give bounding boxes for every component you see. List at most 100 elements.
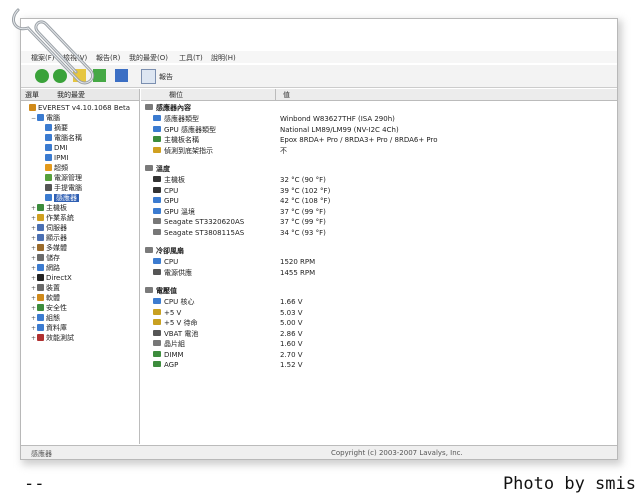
sensor-row[interactable]: CPU 核心 1.66 V [141, 297, 611, 307]
menu-help[interactable]: 說明(H) [211, 53, 236, 63]
sensor-value: 37 °C (99 °F) [280, 207, 326, 216]
section-icon [145, 247, 153, 253]
sensor-row[interactable]: 感應器類型 Winbond W83627THF (ISA 290h) [141, 114, 611, 124]
tree-node-icon [45, 164, 52, 171]
menu-report[interactable]: 報告(R) [96, 53, 120, 63]
tree-node-icon [37, 334, 44, 341]
sensor-field-label: +5 V 待命 [164, 319, 198, 327]
status-copyright: Copyright (c) 2003-2007 Lavalys, Inc. [331, 449, 463, 457]
paperclip-icon [12, 8, 95, 85]
sensor-row[interactable]: 電源供應 1455 RPM [141, 268, 611, 278]
menu-favorites[interactable]: 我的最愛(O) [129, 53, 168, 63]
status-bar: 感應器 Copyright (c) 2003-2007 Lavalys, Inc… [21, 445, 617, 459]
sensor-row[interactable]: +5 V 待命 5.00 V [141, 318, 611, 328]
sensor-field: 電源供應 [153, 268, 192, 278]
tree-item[interactable]: 超頻 [39, 163, 68, 173]
column-field[interactable]: 欄位 [169, 90, 183, 100]
section-icon [145, 104, 153, 110]
tree-node-icon [37, 254, 44, 261]
sensor-icon [153, 340, 161, 346]
tree-item-label: 伺服器 [46, 224, 67, 232]
tree-item[interactable]: + 網路 [31, 263, 60, 273]
sensor-value: 39 °C (102 °F) [280, 186, 331, 195]
sensor-row[interactable]: GPU 溫境 37 °C (99 °F) [141, 207, 611, 217]
report-button-label[interactable]: 報告 [159, 72, 173, 82]
sensor-field-label: CPU [164, 258, 179, 266]
tree-item-label: 作業系統 [46, 214, 74, 222]
sensor-field-label: DIMM [164, 350, 184, 359]
tree-item[interactable]: + 軟體 [31, 293, 60, 303]
tree-item[interactable]: + 主機板 [31, 203, 67, 213]
tree-item[interactable]: + 作業系統 [31, 213, 74, 223]
tree-item-label: 電腦名稱 [54, 134, 82, 142]
users-icon[interactable] [115, 69, 128, 82]
sensor-value: 1520 RPM [280, 258, 316, 266]
section-icon [145, 287, 153, 293]
tree-item[interactable]: IPMI [39, 153, 68, 163]
tree-item[interactable]: 電腦名稱 [39, 133, 82, 143]
tree-item[interactable]: + DirectX [31, 273, 72, 283]
section-icon [145, 165, 153, 171]
sensor-field: CPU [153, 186, 178, 196]
section-header: 感應器內容 [145, 103, 191, 113]
menu-tools[interactable]: 工具(T) [179, 53, 203, 63]
sensor-icon [153, 186, 161, 193]
tree-item[interactable]: + 顯示器 [31, 233, 67, 243]
sensor-value: 1.52 V [280, 361, 303, 369]
section-title: 冷卻風扇 [156, 247, 184, 255]
section-title: 感應器內容 [156, 104, 191, 112]
tree-node-icon [45, 144, 52, 151]
column-divider[interactable] [275, 89, 276, 100]
tree-node-icon [45, 184, 52, 191]
tree-item[interactable]: EVEREST v4.10.1068 Beta [23, 103, 130, 113]
sensor-icon [153, 207, 161, 214]
sensor-row[interactable]: GPU 42 °C (108 °F) [141, 196, 611, 206]
sensor-row[interactable]: 晶片組 1.60 V [141, 339, 611, 349]
sensor-row[interactable]: 偵測到底架指示 不 [141, 146, 611, 156]
tree-item[interactable]: 感應器 [39, 193, 79, 203]
sensor-row[interactable]: VBAT 電池 2.86 V [141, 329, 611, 339]
sensor-field-label: 主機板 [164, 176, 185, 184]
report-icon[interactable] [141, 69, 156, 84]
sensor-field: 偵測到底架指示 [153, 146, 213, 156]
tree-item[interactable]: 摘要 [39, 123, 68, 133]
tree-node-icon [37, 314, 44, 321]
sensor-row[interactable]: 主機板名稱 Epox 8RDA+ Pro / 8RDA3+ Pro / 8RDA6… [141, 135, 611, 145]
tree-item-label: 主機板 [46, 204, 67, 212]
tree-node-icon [45, 194, 52, 201]
tree-item[interactable]: + 多媒體 [31, 243, 67, 253]
tree-item-label: 裝置 [46, 284, 60, 292]
sensor-field-label: CPU [164, 186, 179, 195]
sensor-field-label: VBAT 電池 [164, 329, 199, 338]
tree-item-label: 電源管理 [54, 174, 82, 182]
tree-item[interactable]: + 組態 [31, 313, 60, 323]
sensor-row[interactable]: CPU 39 °C (102 °F) [141, 186, 611, 196]
sensor-row[interactable]: DIMM 2.70 V [141, 350, 611, 360]
sensor-row[interactable]: Seagate ST3320620AS 37 °C (99 °F) [141, 217, 611, 227]
sensor-row[interactable]: AGP 1.52 V [141, 360, 611, 370]
tree-item[interactable]: + 伺服器 [31, 223, 67, 233]
column-value[interactable]: 值 [283, 90, 290, 100]
tree-item[interactable]: + 儲存 [31, 253, 60, 263]
tree-item[interactable]: + 安全性 [31, 303, 67, 313]
sensor-row[interactable]: +5 V 5.03 V [141, 308, 611, 318]
tree-item[interactable]: + 資料庫 [31, 323, 67, 333]
sensor-row[interactable]: Seagate ST3808115AS 34 °C (93 °F) [141, 228, 611, 238]
sensor-row[interactable]: GPU 感應器類型 National LM89/LM99 (NV-I2C 4Ch) [141, 125, 611, 135]
sensor-value: 34 °C (93 °F) [280, 228, 326, 237]
sensor-icon [153, 319, 161, 325]
tree-item[interactable]: + 裝置 [31, 283, 60, 293]
sensor-field: CPU [153, 257, 178, 267]
tree-node-icon [37, 204, 44, 211]
sensor-row[interactable]: 主機板 32 °C (90 °F) [141, 175, 611, 185]
tree-item[interactable]: 手提電腦 [39, 183, 82, 193]
tree-item-label: 電腦 [46, 114, 60, 122]
tree-item[interactable]: 電源管理 [39, 173, 82, 183]
tree-item-label: 儲存 [46, 254, 60, 262]
tree-node-icon [37, 264, 44, 271]
sensor-row[interactable]: CPU 1520 RPM [141, 257, 611, 267]
tree-item[interactable]: DMI [39, 143, 68, 153]
tree-item[interactable]: + 效能測試 [31, 333, 74, 343]
tree-item[interactable]: − 電腦 [31, 113, 60, 123]
sensor-value: 5.00 V [280, 319, 303, 327]
